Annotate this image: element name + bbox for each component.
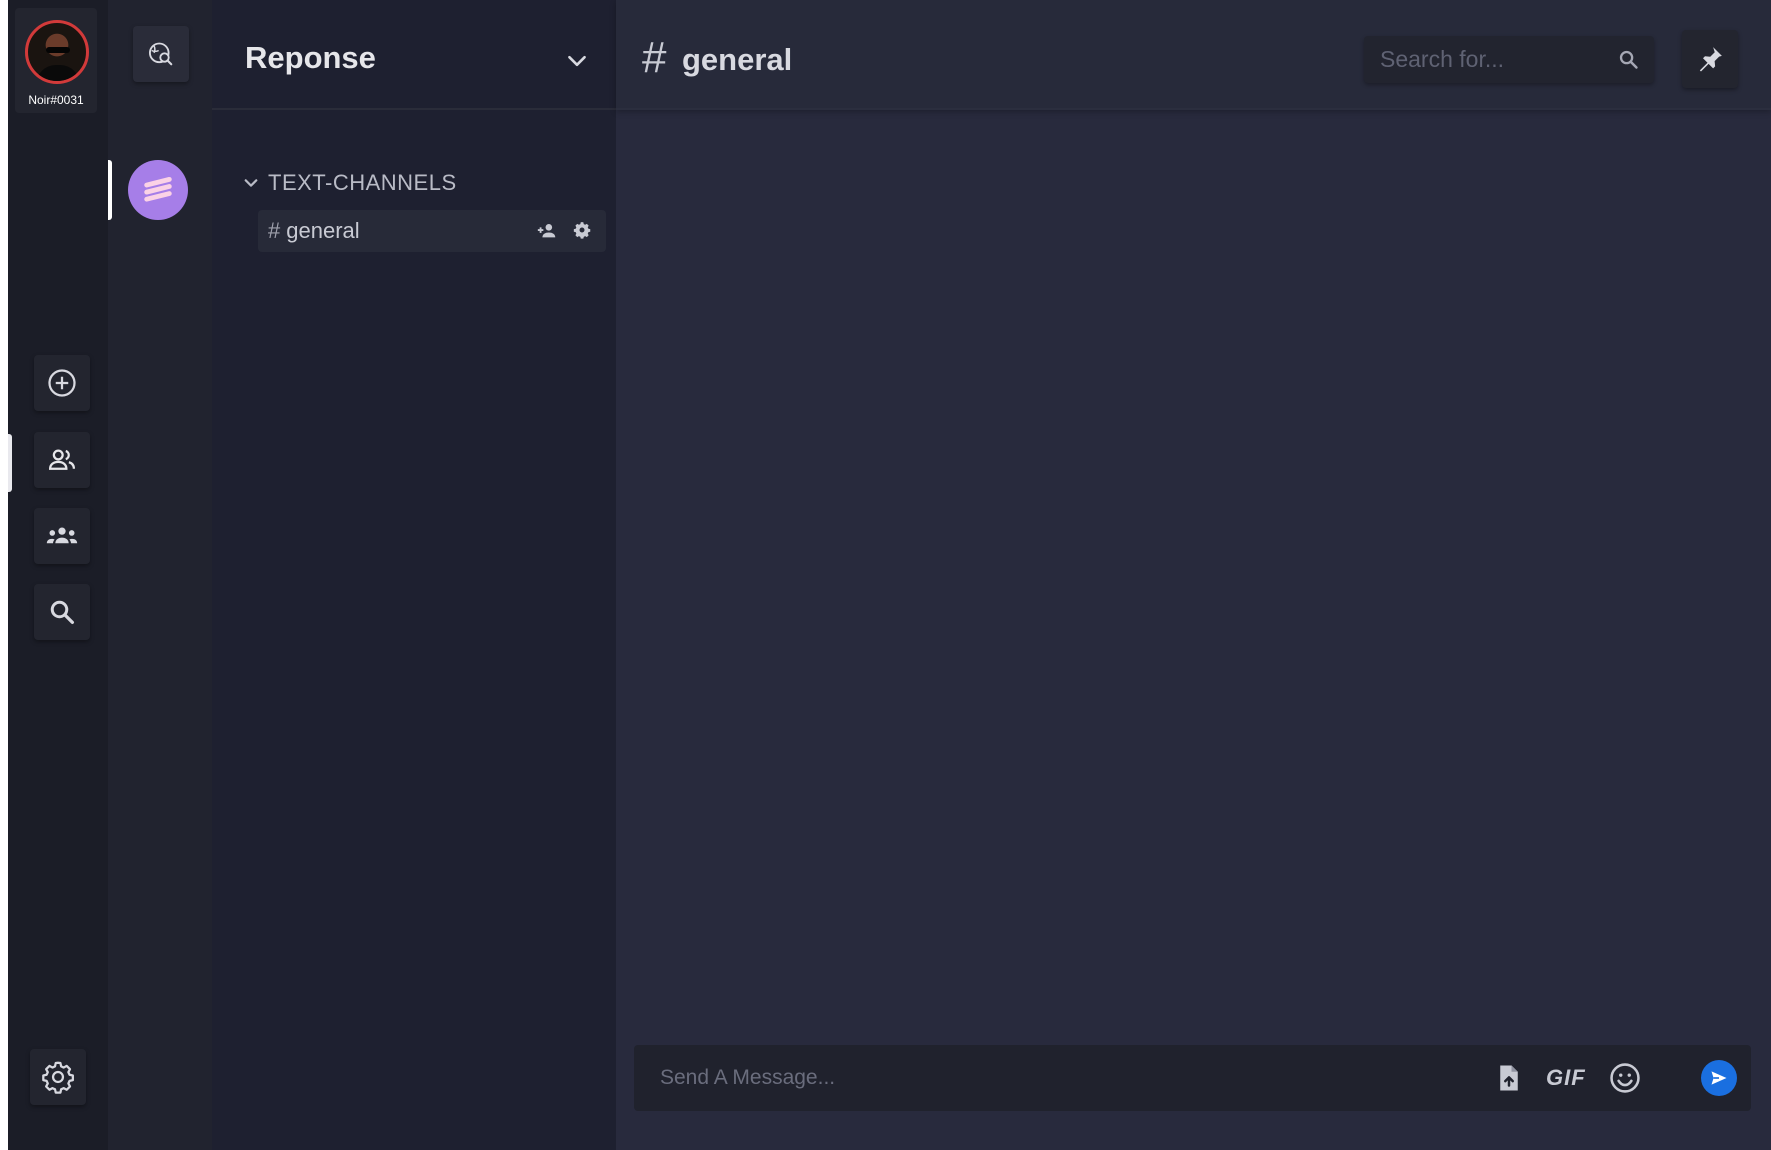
settings-button[interactable] — [30, 1049, 86, 1105]
send-icon — [1711, 1071, 1727, 1085]
window-edge — [0, 0, 8, 1150]
settings-gear-icon — [42, 1061, 74, 1094]
channel-title: general — [682, 42, 793, 77]
server-list — [108, 0, 212, 1150]
add-server-button[interactable] — [34, 355, 90, 411]
app-window: Noir#0031 Reponse TEXT-CHANNELS # genera… — [0, 0, 1771, 1150]
send-button[interactable] — [1701, 1060, 1737, 1096]
channel-actions — [536, 220, 592, 242]
server-active-indicator — [108, 160, 112, 220]
channel-item-label: general — [286, 218, 360, 243]
upload-file-icon[interactable] — [1494, 1062, 1524, 1094]
pin-icon — [1699, 47, 1722, 72]
message-input[interactable] — [634, 1045, 1454, 1111]
avatar-coat — [36, 65, 80, 81]
category-text-channels[interactable]: TEXT-CHANNELS — [242, 170, 457, 196]
chevron-down-icon[interactable] — [564, 48, 590, 74]
groups-icon — [46, 527, 78, 544]
channel-settings-icon[interactable] — [572, 220, 592, 240]
pinned-messages-button[interactable] — [1682, 30, 1738, 88]
friends-icon — [48, 449, 75, 470]
user-rail — [8, 0, 108, 1150]
discover-servers-button[interactable] — [133, 26, 189, 82]
add-circle-icon — [48, 369, 76, 397]
gif-button[interactable]: GIF — [1546, 1065, 1586, 1091]
invite-user-icon[interactable] — [536, 220, 558, 242]
search-icon[interactable] — [1617, 48, 1640, 71]
server-header[interactable]: Reponse — [212, 0, 616, 110]
search-users-button[interactable] — [34, 584, 90, 640]
chat-header: # general — [616, 0, 1771, 110]
message-composer: GIF — [634, 1045, 1751, 1111]
chat-area: # general Search for... Send A Message..… — [616, 0, 1771, 1150]
channel-hash-icon: # — [268, 218, 281, 243]
channel-hash-icon: # — [642, 33, 667, 82]
server-icon-reponse[interactable] — [128, 160, 188, 220]
server-logo-icon — [144, 176, 172, 202]
server-name: Reponse — [245, 40, 376, 75]
avatar-glasses — [46, 47, 70, 53]
rail-active-indicator — [8, 434, 12, 492]
username-label: Noir#0031 — [28, 93, 84, 107]
explore-search-icon — [148, 42, 173, 66]
user-card[interactable]: Noir#0031 — [15, 8, 97, 113]
message-search-input[interactable] — [1364, 36, 1614, 83]
groups-button[interactable] — [34, 508, 90, 564]
avatar[interactable] — [25, 20, 89, 84]
chevron-down-icon — [244, 179, 258, 187]
composer-tools: GIF — [1494, 1061, 1642, 1095]
search-icon — [50, 600, 74, 624]
channel-panel: Reponse TEXT-CHANNELS # general — [212, 0, 616, 1150]
emoji-icon[interactable] — [1608, 1061, 1642, 1095]
category-label: TEXT-CHANNELS — [268, 170, 457, 195]
friends-button[interactable] — [34, 432, 90, 488]
message-search — [1364, 36, 1654, 83]
channel-item-general[interactable]: # general — [258, 210, 606, 252]
